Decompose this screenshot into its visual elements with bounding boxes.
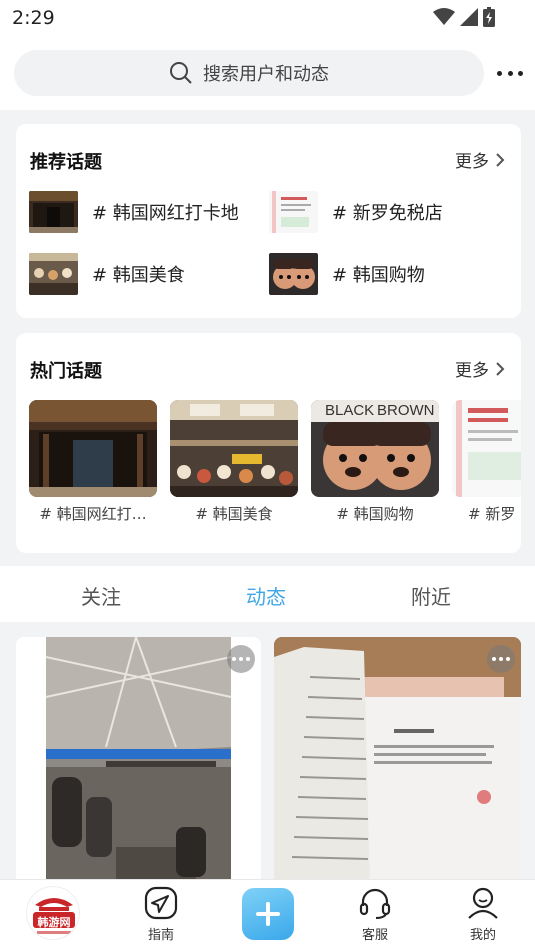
- hot-topics-strip[interactable]: # 韩国网红打… # 韩国美食 BLACK BROWN # 韩国购物 # 新罗: [29, 400, 521, 530]
- search-input[interactable]: 搜索用户和动态: [14, 50, 484, 96]
- hot-topics-card: 热门话题 更多 # 韩国网红打… # 韩国美食 BLACK BROWN # 韩国…: [16, 333, 521, 553]
- more-options-icon[interactable]: [497, 60, 523, 86]
- brand-text-right: BROWN: [377, 402, 435, 419]
- feed-tabs: 关注 动态 附近: [0, 566, 535, 622]
- hot-topic-item[interactable]: # 新罗: [452, 400, 521, 524]
- bottom-navigation: 韩游网 指南 客服 我的: [0, 879, 535, 951]
- battery-icon: [483, 7, 495, 27]
- feed-card[interactable]: [16, 637, 261, 887]
- headset-icon: [359, 888, 391, 919]
- feed-image: [274, 637, 521, 887]
- chevron-right-icon: [496, 152, 505, 167]
- compass-icon: [144, 886, 178, 920]
- hot-topic-label: # 韩国网红打…: [39, 505, 147, 523]
- hot-topic-thumbnail: [170, 400, 298, 497]
- recommended-title: 推荐话题: [30, 152, 102, 173]
- feed-more-button[interactable]: [227, 645, 255, 673]
- hot-topic-thumbnail: BLACK BROWN: [311, 400, 439, 497]
- signal-icon: [460, 8, 478, 26]
- feed-image: [45, 637, 232, 887]
- nav-guide-label: 指南: [147, 928, 174, 943]
- status-bar: 2:29: [0, 0, 535, 40]
- hot-topic-item[interactable]: # 韩国网红打…: [29, 400, 157, 524]
- status-time: 2:29: [12, 7, 55, 29]
- topic-thumbnail: [29, 253, 78, 295]
- home-logo-button[interactable]: 韩游网: [26, 886, 80, 940]
- logo-text: 韩游网: [37, 916, 71, 929]
- nav-guide[interactable]: 指南: [131, 886, 191, 943]
- tab-nearby[interactable]: 附近: [411, 581, 451, 610]
- publish-button[interactable]: [242, 888, 294, 940]
- tab-follow[interactable]: 关注: [81, 581, 121, 610]
- hot-topic-thumbnail: [452, 400, 521, 497]
- topic-item[interactable]: # 韩国购物: [269, 253, 425, 295]
- topic-label: # 韩国网红打卡地: [92, 203, 239, 224]
- topic-label: # 韩国购物: [332, 265, 425, 286]
- hot-more-button[interactable]: 更多: [455, 356, 505, 381]
- hot-topic-label: # 韩国美食: [195, 505, 273, 523]
- topic-label: # 韩国美食: [92, 265, 185, 286]
- chevron-right-icon: [496, 361, 505, 376]
- nav-customer-service-label: 客服: [361, 928, 388, 943]
- hot-topic-label: # 新罗: [468, 505, 516, 523]
- more-label: 更多: [455, 361, 489, 381]
- topic-item[interactable]: # 韩国网红打卡地: [29, 191, 239, 233]
- nav-customer-service[interactable]: 客服: [345, 886, 405, 943]
- search-icon: [170, 62, 192, 84]
- search-placeholder: 搜索用户和动态: [203, 64, 329, 85]
- hot-topic-item[interactable]: # 韩国美食: [170, 400, 298, 524]
- nav-profile[interactable]: 我的: [453, 886, 513, 943]
- recommended-more-button[interactable]: 更多: [455, 147, 505, 172]
- topic-thumbnail: [269, 253, 318, 295]
- topic-label: # 新罗免税店: [332, 203, 443, 224]
- feed-card[interactable]: [274, 637, 521, 887]
- search-bar-row: 搜索用户和动态: [0, 40, 535, 110]
- wifi-icon: [433, 8, 455, 25]
- profile-icon: [468, 887, 498, 919]
- tab-moments[interactable]: 动态: [246, 581, 286, 610]
- feed-more-button[interactable]: [487, 645, 515, 673]
- brand-text-left: BLACK: [325, 402, 375, 419]
- hot-topic-label: # 韩国购物: [336, 505, 414, 523]
- topic-thumbnail: [269, 191, 318, 233]
- nav-profile-label: 我的: [469, 928, 496, 943]
- hot-title: 热门话题: [30, 361, 102, 382]
- more-label: 更多: [455, 152, 489, 172]
- topic-item[interactable]: # 新罗免税店: [269, 191, 443, 233]
- topic-item[interactable]: # 韩国美食: [29, 253, 185, 295]
- status-icons: [433, 7, 495, 27]
- hot-topic-thumbnail: [29, 400, 157, 497]
- topic-thumbnail: [29, 191, 78, 233]
- recommended-topics-card: 推荐话题 更多 # 韩国网红打卡地 # 新罗免税店 # 韩国美食 # 韩国购物: [16, 124, 521, 318]
- plus-icon: [256, 902, 280, 926]
- hot-topic-item[interactable]: BLACK BROWN # 韩国购物: [311, 400, 439, 524]
